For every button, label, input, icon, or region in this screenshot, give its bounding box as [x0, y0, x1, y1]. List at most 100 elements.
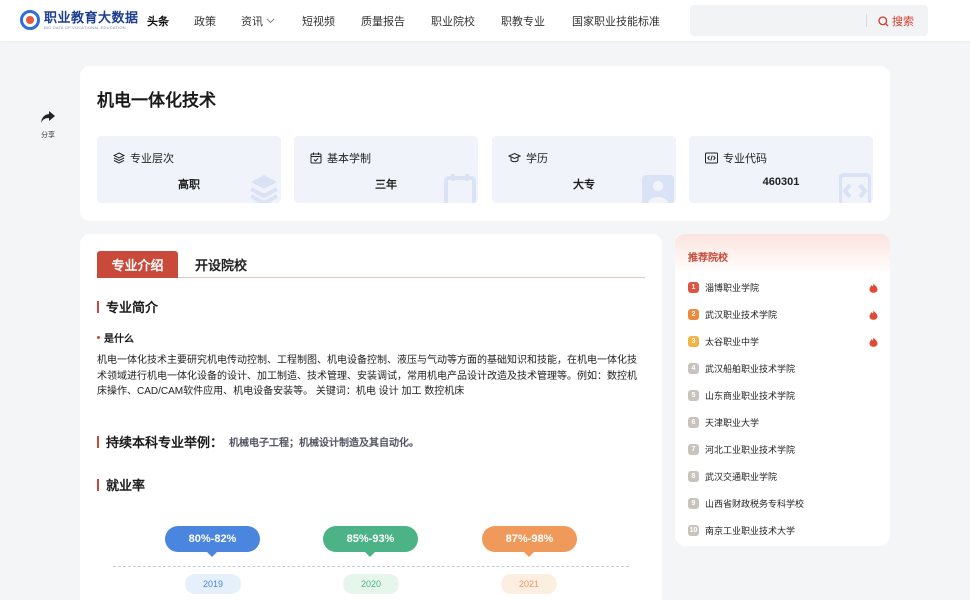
- employment-rate-timeline: 80%-82% 2019 85%-93% 2020 87%-98% 2021: [113, 520, 629, 600]
- info-box-level: 专业层次 高职: [97, 136, 281, 203]
- code-icon: [839, 173, 871, 203]
- employment-year-2021: 2021: [501, 574, 557, 594]
- school-name: 南京工业职业技术大学: [705, 526, 796, 536]
- nav-item-vocational-majors[interactable]: 职教专业: [501, 13, 545, 29]
- rank-badge: 4: [688, 363, 699, 374]
- rank-badge: 5: [688, 390, 699, 401]
- fire-icon: [869, 283, 878, 293]
- nav-item-news[interactable]: 资讯: [241, 13, 275, 29]
- share-label: 分享: [41, 132, 55, 139]
- search-divider: [866, 14, 867, 27]
- major-description: 机电一体化技术主要研究机电传动控制、工程制图、机电设备控制、液压与气动等方面的基…: [97, 355, 637, 397]
- calendar-icon: [444, 174, 476, 203]
- search-button[interactable]: 搜索: [878, 13, 914, 29]
- section-title-intro-label: 专业简介: [106, 300, 159, 315]
- timeline-axis: [113, 566, 629, 567]
- school-name: 河北工业职业技术学院: [705, 445, 796, 455]
- section-title-employment: 就业率: [97, 475, 145, 494]
- share-button[interactable]: 分享: [36, 110, 60, 140]
- nav-item-short-video[interactable]: 短视频: [302, 13, 335, 29]
- rank-badge: 9: [688, 498, 699, 509]
- info-label-code: 专业代码: [723, 153, 767, 165]
- nav-item-skill-standards[interactable]: 国家职业技能标准: [572, 13, 660, 29]
- nav-item-quality-report[interactable]: 质量报告: [361, 13, 405, 29]
- school-item[interactable]: 1 淄博职业学院: [688, 274, 878, 301]
- school-name: 武汉职业技术学院: [705, 310, 778, 320]
- school-item[interactable]: 3 太谷职业中学: [688, 328, 878, 355]
- employment-range-2020: 85%-93%: [323, 526, 418, 552]
- section-title-bachelor-label: 持续本科专业举例：: [106, 435, 224, 450]
- section-bar: [97, 478, 99, 491]
- school-item[interactable]: 9 山西省财政税务专科学校: [688, 490, 878, 517]
- logo-icon: [20, 10, 40, 30]
- school-name: 太谷职业中学: [705, 337, 760, 347]
- school-name: 天津职业大学: [705, 418, 760, 428]
- bachelor-majors-value: 机械电子工程；机械设计制造及其自动化。: [229, 438, 420, 449]
- school-name: 淄博职业学院: [705, 283, 760, 293]
- what-is-label: 是什么: [104, 334, 134, 345]
- tab-major-intro[interactable]: 专业介绍: [97, 251, 178, 278]
- chevron-down-icon: [266, 18, 275, 23]
- what-is-heading: 是什么: [97, 330, 134, 345]
- section-bar: [97, 435, 99, 448]
- fire-icon: [869, 310, 878, 320]
- bullet-dot: [97, 336, 100, 339]
- school-name: 山东商业职业技术学院: [705, 391, 796, 401]
- info-label-level: 专业层次: [130, 153, 174, 165]
- rank-badge: 7: [688, 444, 699, 455]
- school-item[interactable]: 5 山东商业职业技术学院: [688, 382, 878, 409]
- rank-badge: 10: [688, 525, 699, 536]
- employment-bubble-tail-2019: [206, 551, 218, 557]
- recommended-title: 推荐院校: [688, 253, 728, 264]
- section-bar: [97, 300, 99, 313]
- school-item[interactable]: 2 武汉职业技术学院: [688, 301, 878, 328]
- nav-item-policy[interactable]: 政策: [194, 13, 216, 29]
- content-tabs: 专业介绍 开设院校: [97, 251, 645, 278]
- nav-item-vocational-schools[interactable]: 职业院校: [431, 13, 475, 29]
- rank-badge: 1: [688, 282, 699, 293]
- nav-item-news-label: 资讯: [241, 15, 263, 28]
- school-name: 武汉船舶职业技术学院: [705, 364, 796, 374]
- site-logo[interactable]: 职业教育大数据 BIG DATA OF VOCATIONAL EDUCATION: [20, 8, 139, 32]
- graduation-cap-icon: [508, 152, 521, 163]
- employment-range-2021: 87%-98%: [482, 526, 577, 552]
- rank-badge: 3: [688, 336, 699, 347]
- code-icon: [705, 152, 718, 164]
- employment-bubble-tail-2021: [523, 551, 535, 557]
- school-item[interactable]: 4 武汉船舶职业技术学院: [688, 355, 878, 382]
- search-input[interactable]: 搜索: [690, 5, 928, 36]
- rank-badge: 2: [688, 309, 699, 320]
- school-name: 山西省财政税务专科学校: [705, 499, 805, 509]
- main-nav: 头条 政策 资讯 短视频 质量报告 职业院校 职教专业 国家职业技能标准: [147, 0, 660, 41]
- school-item[interactable]: 6 天津职业大学: [688, 409, 878, 436]
- recommended-school-list: 1 淄博职业学院 2 武汉职业技术学院 3 太谷职业中学 4 武汉船舶职业技术学…: [688, 274, 878, 544]
- top-navbar: 职业教育大数据 BIG DATA OF VOCATIONAL EDUCATION…: [0, 0, 970, 41]
- recommended-header: 推荐院校: [675, 234, 890, 274]
- info-box-education: 学历 大专: [492, 136, 676, 203]
- search-button-label: 搜索: [892, 16, 914, 28]
- info-box-code: 专业代码 460301: [689, 136, 873, 203]
- person-icon: [642, 175, 674, 203]
- tab-offering-schools[interactable]: 开设院校: [191, 251, 251, 278]
- rank-badge: 8: [688, 471, 699, 482]
- calendar-icon: [310, 152, 322, 164]
- section-title-employment-label: 就业率: [106, 478, 146, 493]
- school-item[interactable]: 10 南京工业职业技术大学: [688, 517, 878, 544]
- info-label-duration: 基本学制: [327, 153, 371, 165]
- employment-bubble-tail-2020: [364, 551, 376, 557]
- school-item[interactable]: 8 武汉交通职业学院: [688, 463, 878, 490]
- school-item[interactable]: 7 河北工业职业技术学院: [688, 436, 878, 463]
- info-label-education: 学历: [526, 153, 548, 165]
- employment-year-2019: 2019: [185, 574, 241, 594]
- major-content-card: 专业介绍 开设院校 专业简介 是什么 机电一体化技术主要研究机电传动控制、工程制…: [80, 234, 662, 600]
- layers-icon: [250, 175, 278, 203]
- logo-subtitle: BIG DATA OF VOCATIONAL EDUCATION: [44, 24, 126, 30]
- major-overview-card: 机电一体化技术 专业层次 高职 基本学制 三年 学历 大专 专业代码 46030…: [80, 66, 890, 221]
- employment-year-2020: 2020: [343, 574, 399, 594]
- rank-badge: 6: [688, 417, 699, 428]
- layers-icon: [113, 152, 125, 164]
- section-title-bachelor: 持续本科专业举例： 机械电子工程；机械设计制造及其自动化。: [97, 432, 419, 451]
- nav-item-headlines[interactable]: 头条: [147, 13, 169, 29]
- recommended-schools-card: 推荐院校 1 淄博职业学院 2 武汉职业技术学院 3 太谷职业中学 4 武汉船舶…: [675, 234, 890, 546]
- search-icon: [878, 15, 889, 26]
